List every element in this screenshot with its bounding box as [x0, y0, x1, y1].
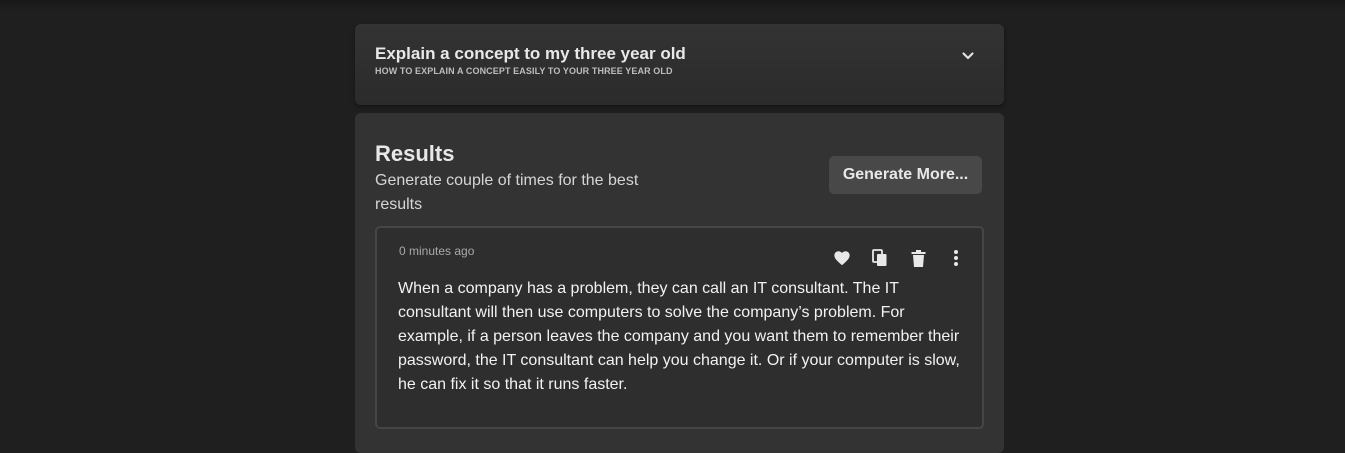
prompt-accordion[interactable]: Explain a concept to my three year old H…	[355, 24, 1004, 105]
results-panel: Results Generate couple of times for the…	[355, 113, 1004, 453]
trash-icon[interactable]	[908, 248, 928, 268]
results-subtitle: Generate couple of times for the best re…	[375, 172, 639, 213]
results-title: Results	[375, 141, 455, 166]
top-bar	[0, 0, 1345, 12]
chevron-down-icon[interactable]	[960, 48, 976, 64]
prompt-subtitle: HOW TO EXPLAIN A CONCEPT EASILY TO YOUR …	[375, 66, 673, 76]
generate-more-button[interactable]: Generate More...	[829, 156, 982, 194]
result-actions	[832, 248, 966, 268]
more-vertical-icon[interactable]	[946, 248, 966, 268]
copy-icon[interactable]	[870, 248, 890, 268]
heart-icon[interactable]	[832, 248, 852, 268]
result-timestamp: 0 minutes ago	[399, 244, 475, 258]
result-card: 0 minutes ago When a company has a probl…	[375, 226, 984, 429]
result-text: When a company has a problem, they can c…	[398, 280, 960, 393]
prompt-title: Explain a concept to my three year old	[375, 44, 686, 63]
